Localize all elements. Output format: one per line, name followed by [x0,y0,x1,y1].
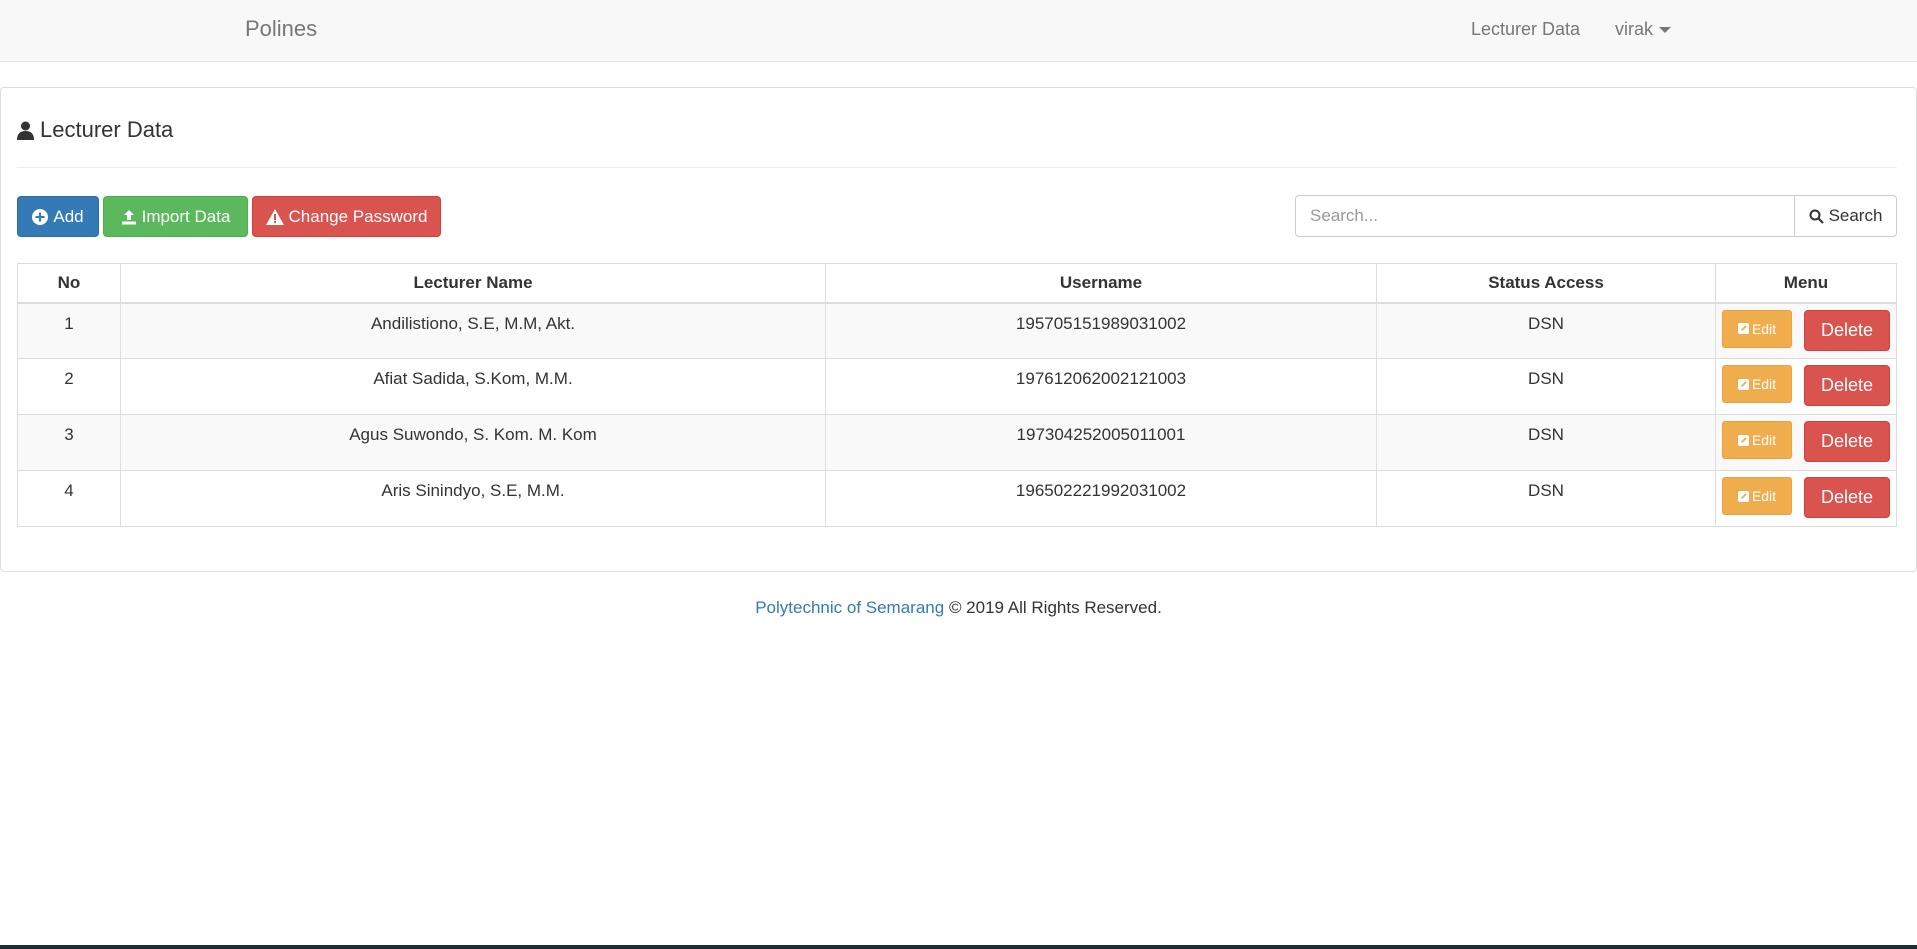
header-username: Username [825,263,1377,304]
cell-name: Aris Sinindyo, S.E, M.M. [120,470,826,527]
edit-button[interactable]: Edit [1722,477,1792,515]
cell-status: DSN [1376,358,1716,415]
cell-status: DSN [1376,470,1716,527]
search-icon [1809,209,1824,224]
edit-icon [1737,378,1749,390]
user-menu-label: virak [1615,19,1654,39]
import-data-button[interactable]: Import Data [103,196,248,237]
warning-icon [265,208,284,225]
cell-username: 195705151989031002 [825,302,1377,359]
cell-status: DSN [1376,302,1716,359]
change-password-button[interactable]: Change Password [252,196,441,237]
delete-button[interactable]: Delete [1804,421,1890,462]
add-button-label: Add [53,206,84,226]
cell-status: DSN [1376,414,1716,471]
page-title-text: Lecturer Data [40,117,174,142]
search-input[interactable] [1295,195,1795,237]
header-lecturer-name: Lecturer Name [120,263,826,304]
cell-menu: Edit Delete [1715,358,1897,415]
edit-button[interactable]: Edit [1722,365,1792,403]
header-no: No [17,263,121,304]
import-data-label: Import Data [141,206,231,226]
cell-name: Andilistiono, S.E, M.M, Akt. [120,302,826,359]
footer: Polytechnic of Semarang © 2019 All Right… [0,598,1917,618]
edit-label: Edit [1751,432,1777,448]
search-button[interactable]: Search [1794,195,1897,237]
add-button[interactable]: Add [17,196,99,237]
navbar: Polines Lecturer Data virak [0,0,1917,62]
footer-copyright: © 2019 All Rights Reserved. [948,598,1162,617]
page-title: Lecturer Data [17,117,173,143]
cell-name: Afiat Sadida, S.Kom, M.M. [120,358,826,415]
cell-menu: Edit Delete [1715,470,1897,527]
edit-button[interactable]: Edit [1722,309,1792,348]
edit-icon [1737,434,1749,446]
cell-menu: Edit Delete [1715,414,1897,471]
table-row: 1 Andilistiono, S.E, M.M, Akt. 195705151… [17,302,1897,359]
cell-username: 197612062002121003 [825,358,1377,415]
cell-username: 197304252005011001 [825,414,1377,471]
caret-down-icon [1659,27,1672,34]
cell-no: 4 [17,470,121,527]
table-row: 4 Aris Sinindyo, S.E, M.M. 1965022219920… [17,470,1897,527]
user-icon [17,121,34,140]
edit-label: Edit [1751,488,1777,504]
lecturer-table: No Lecturer Name Username Status Access … [17,263,1897,527]
cell-menu: Edit Delete [1715,302,1897,359]
edit-icon [1737,323,1749,334]
edit-button[interactable]: Edit [1722,421,1792,459]
delete-button[interactable]: Delete [1804,309,1890,351]
delete-button[interactable]: Delete [1804,365,1890,406]
table-header-row: No Lecturer Name Username Status Access … [17,263,1897,304]
edit-label: Edit [1751,320,1777,337]
delete-button[interactable]: Delete [1804,477,1890,518]
edit-label: Edit [1751,376,1777,392]
cell-name: Agus Suwondo, S. Kom. M. Kom [120,414,826,471]
cell-no: 2 [17,358,121,415]
nav-lecturer-data[interactable]: Lecturer Data [1471,19,1580,40]
footer-link[interactable]: Polytechnic of Semarang [755,598,944,617]
change-password-label: Change Password [288,206,428,226]
search-button-label: Search [1828,206,1883,225]
edit-icon [1737,490,1749,502]
header-menu: Menu [1715,263,1897,304]
table-row: 2 Afiat Sadida, S.Kom, M.M. 197612062002… [17,358,1897,415]
user-menu-dropdown[interactable]: virak [1615,19,1672,40]
brand-link[interactable]: Polines [245,16,317,42]
header-status-access: Status Access [1376,263,1716,304]
upload-icon [121,209,136,224]
cell-username: 196502221992031002 [825,470,1377,527]
cell-no: 3 [17,414,121,471]
table-row: 3 Agus Suwondo, S. Kom. M. Kom 197304252… [17,414,1897,471]
bottom-edge [0,945,1917,949]
divider [17,167,1897,168]
cell-no: 1 [17,302,121,359]
plus-circle-icon [32,208,49,225]
